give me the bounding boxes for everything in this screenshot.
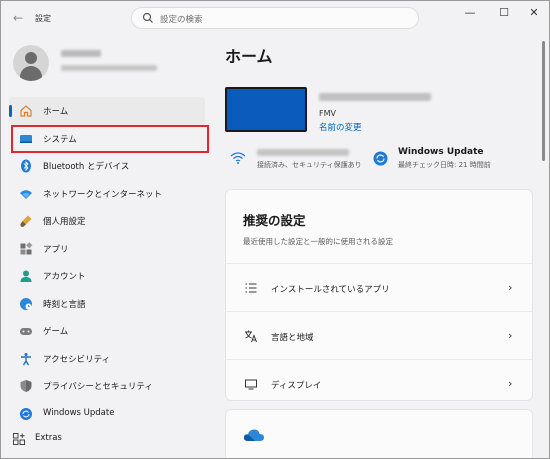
rename-link[interactable]: 名前の変更 (319, 121, 362, 133)
sidebar-item-label: ゲーム (43, 327, 69, 337)
avatar (13, 45, 49, 81)
chevron-right-icon: › (508, 377, 513, 390)
sidebar-item-home[interactable]: ホーム (9, 97, 205, 125)
row-language-region[interactable]: 言語と地域 › (226, 311, 532, 359)
search-icon (142, 12, 153, 23)
sidebar-item-gaming[interactable]: ゲーム (9, 317, 205, 345)
shield-icon (20, 380, 32, 392)
windows-update-icon (373, 151, 388, 166)
accessibility-icon (21, 352, 31, 365)
windows-update-status: 最終チェック日時: 21 時間前 (398, 161, 491, 169)
bluetooth-icon (21, 159, 31, 173)
device-name-redacted (319, 93, 431, 101)
wifi-status-icon (230, 152, 246, 164)
sidebar-item-label: Windows Update (43, 407, 115, 418)
minimize-icon[interactable]: — (453, 1, 487, 25)
app-title: 設定 (35, 14, 51, 23)
device-image (225, 87, 307, 132)
account-icon (20, 270, 32, 282)
settings-window: ← 設定 設定の検索 — ☐ ✕ ホーム システム Bluetooth とデバイ… (0, 0, 550, 459)
sidebar-item-accounts[interactable]: アカウント (9, 262, 205, 290)
page-title: ホーム (225, 47, 273, 66)
apps-icon (20, 241, 33, 254)
back-arrow-icon[interactable]: ← (9, 9, 27, 27)
cloud-icon (243, 429, 264, 441)
card-subtitle: 最近使用した設定と一般的に使用される設定 (243, 237, 393, 246)
sidebar-item-label: ホーム (43, 107, 69, 117)
search-placeholder: 設定の検索 (160, 15, 203, 25)
row-display[interactable]: ディスプレイ › (226, 359, 532, 401)
user-name-redacted (61, 50, 101, 57)
row-label: ディスプレイ (271, 381, 322, 391)
sidebar-item-windows-update[interactable]: Windows Update (9, 400, 205, 428)
chevron-right-icon: › (508, 329, 513, 342)
search-box[interactable]: 設定の検索 (131, 7, 419, 29)
network-status: 接続済み、セキュリティ保護あり (257, 161, 362, 169)
sidebar-item-label: アカウント (43, 272, 86, 282)
sidebar-item-label: 時刻と言語 (43, 299, 86, 310)
recommended-settings-card: 推奨の設定 最近使用した設定と一般的に使用される設定 インストールされているアプ… (225, 189, 533, 401)
row-label: インストールされているアプリ (271, 285, 390, 295)
brush-icon (20, 215, 32, 227)
sidebar-item-label: アプリ (43, 244, 69, 255)
card-title: 推奨の設定 (243, 213, 306, 228)
sidebar-item-label: アクセシビリティ (43, 354, 111, 365)
list-icon (245, 283, 257, 293)
sidebar-item-apps[interactable]: アプリ (9, 235, 205, 263)
sidebar-item-time-language[interactable]: 時刻と言語 (9, 290, 205, 318)
windows-update-title[interactable]: Windows Update (398, 147, 484, 157)
highlight-box (11, 125, 209, 153)
sidebar-item-accessibility[interactable]: アクセシビリティ (9, 345, 205, 373)
update-icon (20, 407, 32, 420)
user-email-redacted (61, 65, 157, 71)
cloud-card (225, 409, 533, 458)
title-bar: ← 設定 設定の検索 — ☐ ✕ (1, 1, 549, 35)
grid-plus-icon (13, 433, 25, 445)
sidebar-item-bluetooth[interactable]: Bluetooth とデバイス (9, 152, 205, 180)
sidebar-item-label: 個人用設定 (43, 217, 86, 227)
sidebar-item-privacy[interactable]: プライバシーとセキュリティ (9, 372, 205, 400)
language-icon (245, 330, 257, 343)
wifi-icon (20, 189, 32, 199)
close-icon[interactable]: ✕ (517, 1, 549, 25)
row-label: 言語と地域 (271, 333, 314, 343)
row-installed-apps[interactable]: インストールされているアプリ › (226, 263, 532, 311)
sidebar-item-network[interactable]: ネットワークとインターネット (9, 180, 205, 208)
maximize-icon[interactable]: ☐ (487, 1, 521, 25)
sidebar-item-label: Extras (35, 433, 62, 443)
gamepad-icon (20, 328, 32, 335)
sidebar-item-label: プライバシーとセキュリティ (43, 382, 153, 392)
sidebar-item-personalization[interactable]: 個人用設定 (9, 207, 205, 235)
chevron-right-icon: › (508, 281, 513, 294)
globe-clock-icon (20, 297, 32, 310)
home-icon (20, 105, 32, 117)
sidebar-item-label: ネットワークとインターネット (43, 189, 163, 200)
sidebar-item-label: Bluetooth とデバイス (43, 162, 130, 172)
scrollbar[interactable] (542, 41, 545, 161)
display-icon (245, 379, 257, 390)
device-model: FMV (319, 109, 336, 118)
network-name-redacted (257, 149, 349, 156)
